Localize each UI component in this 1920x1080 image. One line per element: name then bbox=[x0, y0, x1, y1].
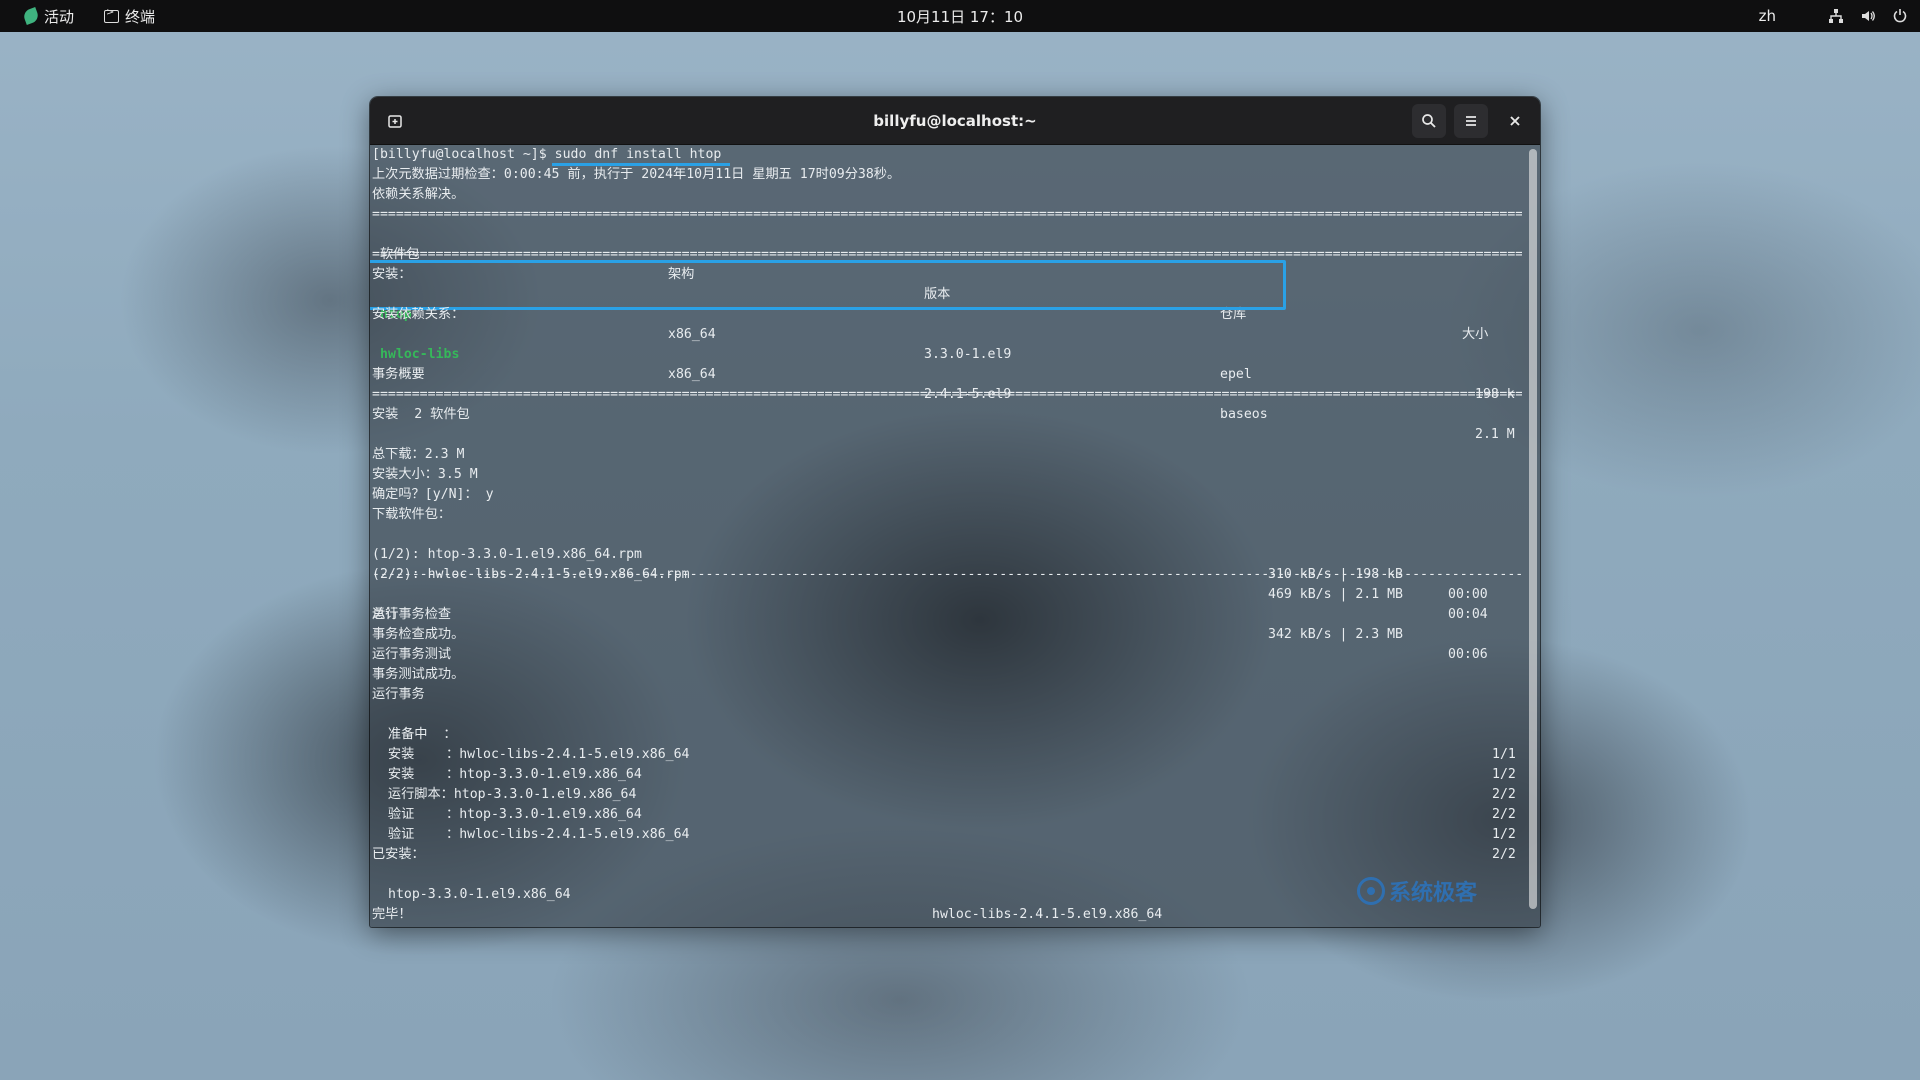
separator: ========================================… bbox=[372, 387, 1522, 402]
tx-line: 事务测试成功。 bbox=[372, 667, 465, 682]
installed-label: 已安装： bbox=[372, 847, 425, 862]
download-row: (1/2): htop-3.3.0-1.el9.x86_64.rpm 310 k… bbox=[372, 525, 1522, 602]
separator: ========================================… bbox=[372, 207, 1522, 222]
terminal-window: billyfu@localhost:~ [billyfu@localhost ~… bbox=[370, 97, 1540, 927]
app-menu-button[interactable]: 终端 bbox=[96, 0, 163, 32]
total-rate: 342 kB/s | 2.3 MB bbox=[1268, 627, 1403, 642]
window-title: billyfu@localhost:~ bbox=[873, 111, 1037, 130]
command: sudo dnf install htop bbox=[554, 147, 722, 162]
step-count: 2/2 bbox=[1492, 847, 1516, 862]
tx-line: 运行事务 bbox=[372, 687, 425, 702]
step-row: 安装 ：hwloc-libs-2.4.1-5.el9.x86_64 1/2 bbox=[372, 725, 1522, 782]
complete-line: 完毕！ bbox=[372, 907, 412, 922]
terminal-icon bbox=[104, 7, 120, 23]
package-arch: x86_64 bbox=[668, 367, 716, 382]
downloading-label: 下载软件包： bbox=[372, 507, 452, 522]
step-row: 准备中 ： 1/1 bbox=[372, 705, 1522, 762]
menu-icon bbox=[1466, 116, 1476, 126]
top-bar: 活动 终端 10月11日 17：10 zh bbox=[0, 0, 1920, 32]
step-count: 1/2 bbox=[1492, 827, 1516, 842]
installed-package: hwloc-libs-2.4.1-5.el9.x86_64 bbox=[932, 907, 1163, 922]
search-button[interactable] bbox=[1412, 104, 1446, 138]
step-row: 验证 ：hwloc-libs-2.4.1-5.el9.x86_64 2/2 bbox=[372, 805, 1522, 862]
total-download: 总下载：2.3 M bbox=[372, 447, 465, 462]
install-size: 安装大小：3.5 M bbox=[372, 467, 478, 482]
total-time: 00:06 bbox=[1448, 647, 1488, 662]
close-button[interactable] bbox=[1498, 104, 1532, 138]
table-header: 软件包 架构 版本 仓库 大小 bbox=[372, 225, 1522, 342]
metadata-line: 上次元数据过期检查：0:00:45 前，执行于 2024年10月11日 星期五 … bbox=[372, 167, 901, 182]
step-row: 运行脚本：htop-3.3.0-1.el9.x86_64 2/2 bbox=[372, 765, 1522, 822]
package-repo: epel bbox=[1220, 367, 1252, 382]
step-row: 验证 ：htop-3.3.0-1.el9.x86_64 1/2 bbox=[372, 785, 1522, 842]
scrollbar-thumb[interactable] bbox=[1529, 149, 1537, 909]
terminal-output[interactable]: [billyfu@localhost ~]$ sudo dnf install … bbox=[370, 145, 1526, 927]
window-headerbar: billyfu@localhost:~ bbox=[370, 97, 1540, 145]
install-count: 安装 2 软件包 bbox=[372, 407, 470, 422]
summary-title: 事务概要 bbox=[372, 367, 425, 382]
prompt: [billyfu@localhost ~]$ bbox=[372, 147, 555, 162]
close-icon bbox=[1510, 116, 1520, 126]
power-icon[interactable] bbox=[1892, 8, 1908, 24]
scrollbar[interactable] bbox=[1529, 149, 1537, 909]
installed-row: htop-3.3.0-1.el9.x86_64 hwloc-libs-2.4.1… bbox=[372, 865, 1522, 922]
confirm-line: 确定吗？[y/N]： y bbox=[372, 487, 494, 502]
download-time: 00:04 bbox=[1448, 607, 1488, 622]
table-row: hwloc-libs x86_64 2.4.1-5.el9 baseos 2.1… bbox=[372, 325, 1522, 442]
new-tab-icon bbox=[388, 115, 402, 128]
menu-button[interactable] bbox=[1454, 104, 1488, 138]
new-tab-button[interactable] bbox=[378, 104, 412, 138]
prompt-line: [billyfu@localhost ~]$ sudo dnf install … bbox=[372, 145, 721, 165]
tx-line: 事务检查成功。 bbox=[372, 627, 465, 642]
package-version: 3.3.0-1.el9 bbox=[924, 347, 1012, 362]
app-label: 终端 bbox=[125, 7, 156, 26]
package-size: 2.1 M bbox=[1475, 427, 1515, 442]
search-icon bbox=[1422, 114, 1436, 128]
htop-row-highlight bbox=[370, 260, 1286, 310]
total-row: 总计 342 kB/s | 2.3 MB 00:06 bbox=[372, 585, 1522, 662]
download-row: (2/2): hwloc-libs-2.4.1-5.el9.x86_64.rpm… bbox=[372, 545, 1522, 622]
volume-icon[interactable] bbox=[1860, 8, 1876, 24]
installed-package: htop-3.3.0-1.el9.x86_64 bbox=[388, 887, 571, 902]
deps-resolved-line: 依赖关系解决。 bbox=[372, 187, 465, 202]
tx-line: 运行事务检查 bbox=[372, 607, 452, 622]
dep-install-label: 安装依赖关系： bbox=[372, 307, 465, 322]
activities-button[interactable]: 活动 bbox=[16, 0, 82, 32]
step-text: 验证 ：hwloc-libs-2.4.1-5.el9.x86_64 bbox=[372, 827, 690, 842]
dash-separator: ----------------------------------------… bbox=[372, 567, 1522, 582]
step-row: 安装 ：htop-3.3.0-1.el9.x86_64 2/2 bbox=[372, 745, 1522, 802]
tx-line: 运行事务测试 bbox=[372, 647, 452, 662]
clock[interactable]: 10月11日 17：10 bbox=[897, 8, 1023, 26]
watermark-text: 系统极客 bbox=[1389, 881, 1478, 906]
network-icon[interactable] bbox=[1828, 8, 1844, 24]
watermark-logo-icon bbox=[1357, 877, 1385, 905]
watermark: 系统极客 bbox=[1357, 875, 1477, 907]
package-repo: baseos bbox=[1220, 407, 1268, 422]
language-indicator[interactable]: zh bbox=[1759, 7, 1776, 25]
activities-logo-icon bbox=[22, 7, 40, 25]
package-name: hwloc-libs bbox=[380, 347, 460, 362]
activities-label: 活动 bbox=[44, 7, 75, 26]
